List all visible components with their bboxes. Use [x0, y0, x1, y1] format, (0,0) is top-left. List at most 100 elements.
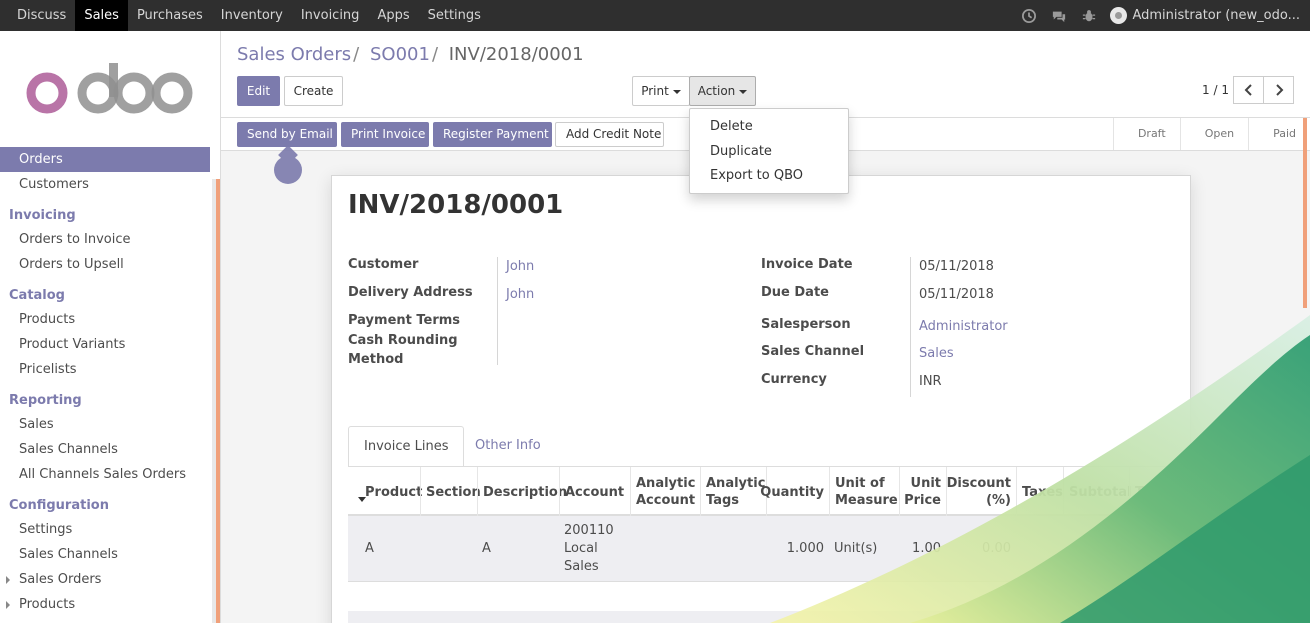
cell-uom: Unit(s) [834, 541, 878, 556]
sidebar-item-orders-to-invoice[interactable]: Orders to Invoice [0, 227, 210, 252]
breadcrumb-current: INV/2018/0001 [448, 44, 584, 65]
action-dropdown[interactable]: Action [689, 76, 756, 106]
control-panel: Sales Orders / SO001/ INV/2018/0001 Edit … [221, 31, 1310, 118]
chevron-right-icon [1275, 84, 1283, 96]
add-credit-note-button[interactable]: Add Credit Note [555, 122, 664, 147]
field-divider [910, 257, 911, 397]
col-discount[interactable]: Discount (%) [946, 467, 1016, 517]
field-divider [497, 257, 498, 365]
cell-product: A [365, 541, 374, 556]
sidebar-scrollbar-thumb[interactable] [216, 179, 220, 623]
print-dropdown[interactable]: Print [632, 76, 690, 106]
col-product[interactable]: Product [360, 467, 422, 517]
col-section[interactable]: Section [420, 467, 481, 517]
cell-taxes [1016, 516, 1063, 582]
sidebar-item-orders-to-upsell[interactable]: Orders to Upsell [0, 252, 210, 277]
app-menu: Discuss Sales Purchases Inventory Invoic… [0, 0, 490, 31]
sidebar-section-configuration[interactable]: Configuration [0, 492, 210, 517]
col-total[interactable]: Tot [1129, 467, 1174, 517]
chevron-left-icon [1244, 84, 1252, 96]
pager-next-button[interactable] [1263, 76, 1294, 104]
stage-open[interactable]: Open [1179, 118, 1248, 150]
cell-analytic-account [630, 516, 700, 582]
col-quantity[interactable]: Quantity [760, 467, 829, 517]
sidebar-section-invoicing[interactable]: Invoicing [0, 202, 210, 227]
sidebar-section-catalog[interactable]: Catalog [0, 282, 210, 307]
nav-purchases[interactable]: Purchases [128, 0, 212, 31]
caret-right-icon [6, 576, 10, 584]
currency-value: INR [919, 374, 942, 389]
top-navbar: Discuss Sales Purchases Inventory Invoic… [0, 0, 1310, 31]
cell-analytic-tags [700, 516, 766, 582]
salesperson-value[interactable]: Administrator [919, 319, 1008, 334]
pager-previous-button[interactable] [1233, 76, 1264, 104]
cell-total [1129, 516, 1174, 582]
caret-down-icon [739, 89, 748, 94]
nav-apps[interactable]: Apps [368, 0, 418, 31]
cell-description: A [482, 541, 491, 556]
tab-other-info[interactable]: Other Info [460, 426, 556, 467]
col-unit-of-measure[interactable]: Unit of Measure [829, 467, 899, 517]
tab-invoice-lines[interactable]: Invoice Lines [348, 426, 465, 467]
menu-item-export-to-qbo[interactable]: Export to QBO [690, 164, 848, 189]
nav-sales[interactable]: Sales [75, 0, 128, 31]
sidebar-item-orders[interactable]: Orders [0, 147, 210, 172]
avatar [1110, 7, 1128, 24]
bug-icon[interactable] [1081, 8, 1097, 24]
breadcrumb-sales-orders[interactable]: Sales Orders [237, 44, 351, 65]
sidebar-item-label: Products [19, 597, 76, 612]
cell-unit-price: 1.00 [912, 541, 941, 556]
sidebar-menu: Orders Customers Invoicing Orders to Inv… [0, 147, 210, 617]
breadcrumb: Sales Orders / SO001/ INV/2018/0001 [237, 44, 584, 65]
delivery-address-value[interactable]: John [506, 287, 534, 302]
col-analytic-account[interactable]: Analytic Account [630, 467, 700, 517]
menu-item-delete[interactable]: Delete [690, 115, 848, 140]
col-analytic-tags[interactable]: Analytic Tags [700, 467, 766, 517]
stage-draft[interactable]: Draft [1112, 118, 1180, 150]
page-scrollbar-thumb[interactable] [1303, 118, 1307, 308]
customer-value[interactable]: John [506, 259, 534, 274]
chat-icon[interactable] [1051, 8, 1067, 24]
nav-inventory[interactable]: Inventory [212, 0, 292, 31]
sidebar-item-sales-channels[interactable]: Sales Channels [0, 542, 210, 567]
clock-icon[interactable] [1021, 8, 1037, 24]
col-unit-price[interactable]: Unit Price [899, 467, 946, 517]
nav-discuss[interactable]: Discuss [0, 0, 75, 31]
nav-invoicing[interactable]: Invoicing [292, 0, 369, 31]
print-invoice-button[interactable]: Print Invoice [341, 122, 429, 147]
pager-value[interactable]: 1 / 1 [1202, 83, 1229, 97]
payment-terms-label: Payment Terms [348, 313, 461, 328]
sidebar-item-sales-orders[interactable]: Sales Orders [0, 567, 210, 592]
tour-tip-drop[interactable] [274, 156, 302, 184]
cell-account: 200110 Local Sales [564, 523, 614, 574]
sidebar-section-reporting[interactable]: Reporting [0, 387, 210, 412]
col-subtotal[interactable]: Subtotal [1063, 467, 1132, 517]
cell-quantity: 1.000 [786, 541, 824, 556]
send-by-email-button[interactable]: Send by Email [237, 122, 337, 147]
col-description[interactable]: Description [477, 467, 567, 517]
breadcrumb-so001[interactable]: SO001 [370, 44, 430, 65]
col-account[interactable]: Account [559, 467, 630, 517]
sidebar-item-all-channels-sales-orders[interactable]: All Channels Sales Orders [0, 462, 210, 487]
user-name: Administrator (new_odo... [1132, 8, 1300, 23]
sidebar-item-product-variants[interactable]: Product Variants [0, 332, 210, 357]
nav-settings[interactable]: Settings [419, 0, 490, 31]
sidebar-item-customers[interactable]: Customers [0, 172, 210, 197]
menu-item-duplicate[interactable]: Duplicate [690, 140, 848, 165]
sidebar-item-pricelists[interactable]: Pricelists [0, 357, 210, 382]
table-row[interactable]: A A 200110 Local Sales 1.000 Unit(s) 1.0… [348, 516, 1174, 582]
invoice-number: INV/2018/0001 [348, 190, 564, 220]
sidebar-item-config-products[interactable]: Products [0, 592, 210, 617]
sidebar-item-sales-channels-report[interactable]: Sales Channels [0, 437, 210, 462]
register-payment-button[interactable]: Register Payment [433, 122, 552, 147]
user-menu[interactable]: Administrator (new_odo... [1104, 0, 1310, 31]
sidebar-item-sales-report[interactable]: Sales [0, 412, 210, 437]
sidebar-item-products[interactable]: Products [0, 307, 210, 332]
col-taxes[interactable]: Taxes [1016, 467, 1063, 517]
stage-paid[interactable]: Paid [1248, 118, 1310, 150]
create-button[interactable]: Create [284, 76, 343, 106]
sidebar-item-settings[interactable]: Settings [0, 517, 210, 542]
table-header: Product Section Description Account Anal… [348, 466, 1174, 517]
sales-channel-value[interactable]: Sales [919, 346, 954, 361]
edit-button[interactable]: Edit [237, 76, 280, 106]
